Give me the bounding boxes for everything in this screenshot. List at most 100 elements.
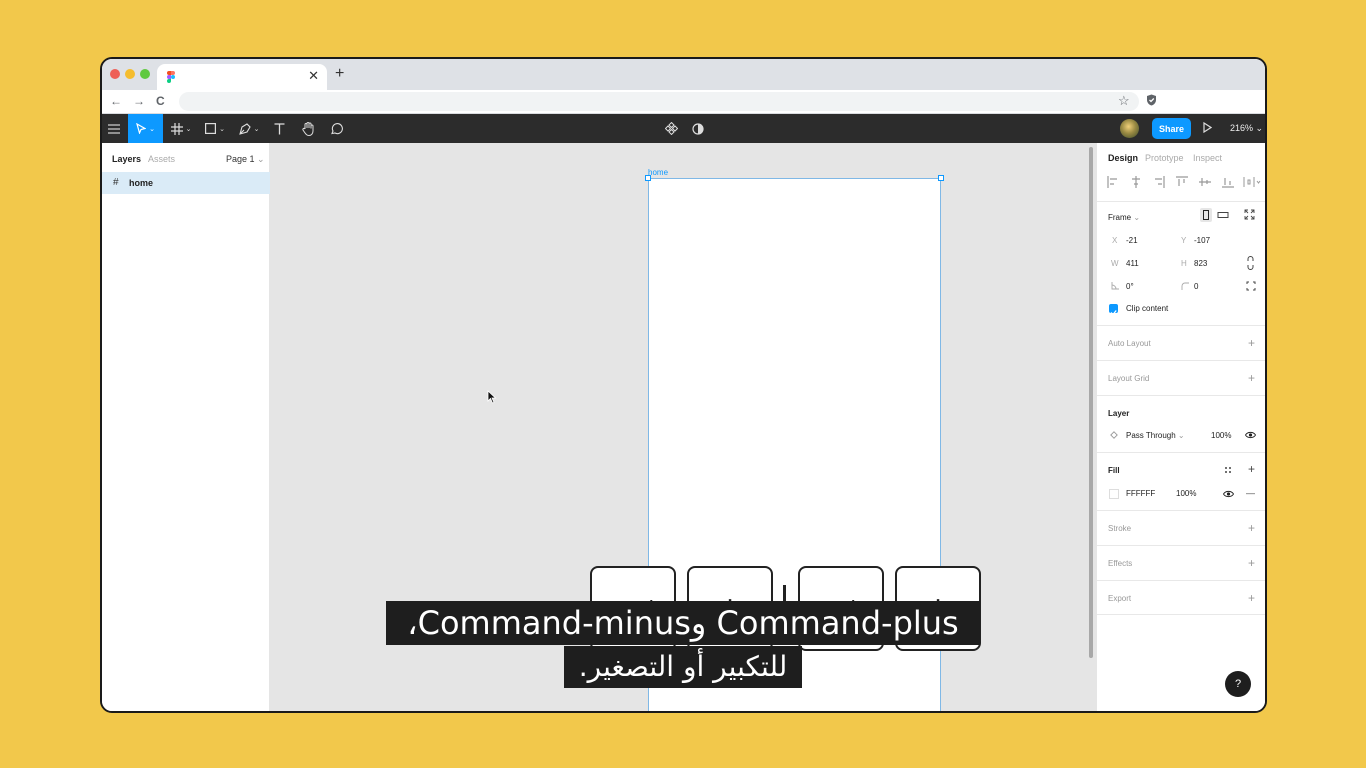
clip-content-checkbox[interactable] (1109, 304, 1118, 316)
tab-inspect[interactable]: Inspect (1193, 153, 1222, 163)
zoom-level-dropdown[interactable]: 216% ⌄ (1230, 123, 1263, 134)
frame-tool-button[interactable]: ⌄ (166, 114, 196, 143)
page-selector[interactable]: Page 1 ⌄ (226, 154, 265, 165)
browser-tab[interactable]: ✕ (157, 64, 327, 90)
align-right-icon[interactable] (1153, 176, 1165, 188)
main-menu-icon[interactable] (102, 114, 126, 143)
layer-opacity-input[interactable]: 100% (1211, 431, 1231, 440)
back-icon[interactable]: ← (110, 94, 122, 108)
layer-row-home[interactable]: # home (102, 172, 270, 194)
align-horizontal-center-icon[interactable] (1130, 176, 1142, 188)
hand-tool-button[interactable] (298, 114, 318, 143)
portrait-toggle[interactable] (1200, 208, 1212, 222)
minimize-window-button[interactable] (125, 69, 135, 79)
tab-layers[interactable]: Layers (112, 154, 141, 164)
height-input[interactable]: 823 (1194, 259, 1207, 268)
align-bottom-icon[interactable] (1222, 176, 1234, 188)
clip-content-label: Clip content (1126, 304, 1169, 313)
browser-tab-strip: ✕ + (102, 59, 1265, 90)
export-section: Export + (1097, 580, 1265, 615)
maximize-window-button[interactable] (140, 69, 150, 79)
checkmark-icon (1110, 310, 1117, 316)
blend-mode-value: Pass Through (1126, 431, 1176, 440)
x-input[interactable]: -21 (1126, 236, 1138, 245)
layout-grid-title: Layout Grid (1108, 374, 1150, 383)
fill-opacity-input[interactable]: 100% (1176, 489, 1196, 498)
url-input[interactable] (179, 92, 1139, 111)
help-button[interactable]: ? (1225, 671, 1251, 697)
add-effect-icon[interactable]: + (1248, 557, 1255, 569)
export-title: Export (1108, 594, 1132, 603)
align-top-icon[interactable] (1176, 176, 1188, 188)
auto-layout-title: Auto Layout (1108, 339, 1151, 348)
remove-fill-icon[interactable]: — (1246, 487, 1255, 499)
fill-hex-input[interactable]: FFFFFF (1126, 489, 1155, 498)
comment-tool-button[interactable] (326, 114, 346, 143)
subtitle-line-2: للتكبير أو التصغير. (564, 646, 802, 688)
align-vertical-center-icon[interactable] (1199, 176, 1211, 188)
landscape-icon[interactable] (1217, 210, 1229, 220)
bookmark-star-icon[interactable]: ☆ (1118, 93, 1130, 109)
subtitle-line-1: Command-plus وCommand-minus، (386, 601, 980, 645)
resize-to-fit-icon[interactable] (1244, 209, 1255, 220)
width-input[interactable]: 411 (1126, 259, 1139, 268)
move-tool-button[interactable]: ⌄ (128, 114, 163, 143)
forward-icon[interactable]: → (133, 94, 145, 108)
components-icon[interactable] (661, 114, 681, 143)
figma-toolbar: ⌄ ⌄ ⌄ ⌄ Share 216% ⌄ (102, 114, 1265, 143)
present-play-icon[interactable] (1203, 122, 1212, 133)
frame-preset-dropdown[interactable]: Frame ⌄ (1108, 213, 1140, 222)
resize-handle-top-right[interactable] (938, 175, 944, 181)
move-cursor-icon (136, 123, 147, 134)
layer-title: Layer (1108, 409, 1130, 418)
layers-panel: Layers Assets Page 1 ⌄ # home (102, 143, 270, 711)
close-window-button[interactable] (110, 69, 120, 79)
stroke-title: Stroke (1108, 524, 1132, 533)
fill-title: Fill (1108, 466, 1120, 475)
tab-assets[interactable]: Assets (148, 154, 175, 164)
rectangle-icon (205, 123, 217, 134)
mouse-cursor-icon (487, 390, 497, 404)
fill-styles-icon[interactable] (1224, 466, 1232, 474)
reload-icon[interactable]: C (156, 94, 165, 108)
y-input[interactable]: -107 (1194, 236, 1210, 245)
tab-design[interactable]: Design (1108, 153, 1138, 163)
close-tab-icon[interactable]: ✕ (308, 69, 319, 83)
corner-radius-input[interactable]: 0 (1194, 282, 1198, 291)
add-stroke-icon[interactable]: + (1248, 522, 1255, 534)
fill-color-swatch[interactable] (1109, 489, 1119, 499)
pen-tool-button[interactable]: ⌄ (234, 114, 264, 143)
text-tool-button[interactable] (270, 114, 288, 143)
visibility-eye-icon[interactable] (1245, 431, 1256, 439)
layout-grid-section: Layout Grid + (1097, 360, 1265, 395)
new-tab-button[interactable]: + (335, 65, 344, 83)
rotation-input[interactable]: 0° (1126, 282, 1134, 291)
share-button[interactable]: Share (1152, 118, 1191, 139)
blend-caret-icon: ⌄ (1177, 431, 1185, 440)
hand-icon (301, 121, 313, 136)
fill-visibility-eye-icon[interactable] (1223, 490, 1234, 498)
add-layout-grid-icon[interactable]: + (1248, 372, 1255, 384)
extension-shield-icon[interactable] (1146, 94, 1157, 106)
tab-prototype[interactable]: Prototype (1145, 153, 1184, 163)
blend-mode-dropdown[interactable]: Pass Through ⌄ (1126, 431, 1185, 440)
add-fill-icon[interactable]: + (1248, 463, 1255, 475)
frame-name-label[interactable]: home (648, 168, 668, 177)
shape-tool-button[interactable]: ⌄ (200, 114, 230, 143)
w-label: W (1111, 259, 1119, 268)
add-auto-layout-icon[interactable]: + (1248, 337, 1255, 349)
canvas-scrollbar[interactable] (1089, 147, 1093, 658)
page-caret-icon: ⌄ (257, 154, 265, 164)
align-left-icon[interactable] (1107, 176, 1119, 188)
blend-mode-icon (1110, 431, 1118, 439)
contrast-icon[interactable] (688, 114, 708, 143)
zoom-caret-icon: ⌄ (1255, 123, 1264, 133)
user-avatar[interactable] (1120, 119, 1139, 138)
distribute-icon[interactable] (1243, 176, 1261, 188)
h-label: H (1181, 259, 1187, 268)
constrain-proportions-icon[interactable] (1247, 256, 1254, 270)
move-tool-caret: ⌄ (149, 125, 155, 133)
resize-handle-top-left[interactable] (645, 175, 651, 181)
independent-corners-icon[interactable] (1246, 281, 1256, 291)
add-export-icon[interactable]: + (1248, 592, 1255, 604)
